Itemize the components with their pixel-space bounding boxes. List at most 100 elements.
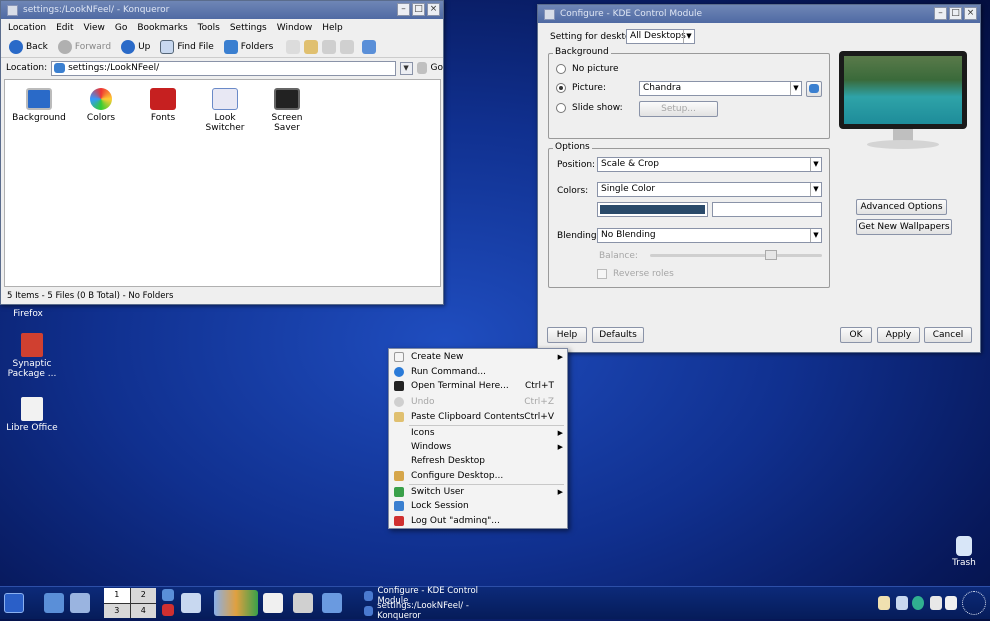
desktop-icon-synaptic[interactable]: Synaptic Package ...	[2, 333, 62, 379]
apply-button[interactable]: Apply	[877, 327, 920, 343]
balance-slider[interactable]	[650, 250, 822, 260]
cancel-button[interactable]: Cancel	[924, 327, 972, 343]
task-konqueror[interactable]: settings:/LookNFeel/ - Konqueror	[364, 601, 504, 621]
ok-button[interactable]: OK	[840, 327, 872, 343]
kde-menu-icon[interactable]	[4, 593, 24, 613]
menu-item-undo[interactable]: Undo Ctrl+Z	[391, 395, 566, 409]
clipboard-tray-icon[interactable]	[878, 596, 890, 610]
mail-client-icon[interactable]	[181, 593, 201, 613]
monitor-icon[interactable]	[322, 593, 342, 613]
menu-tools[interactable]: Tools	[195, 23, 227, 33]
file-fonts[interactable]: Fonts	[135, 88, 191, 123]
copy-icon[interactable]	[286, 39, 301, 54]
defaults-button[interactable]: Defaults	[592, 327, 644, 343]
wrench-icon[interactable]	[293, 593, 313, 613]
minimize-button[interactable]: –	[934, 7, 947, 20]
menu-item-run-command[interactable]: Run Command...	[391, 365, 566, 379]
minimize-button[interactable]: –	[397, 3, 410, 16]
help-button[interactable]: Help	[547, 327, 587, 343]
go-icon[interactable]	[416, 62, 427, 74]
konqueror-app-icon	[7, 4, 18, 16]
forward-button[interactable]: Forward	[55, 39, 114, 54]
menu-item-open-terminal[interactable]: Open Terminal Here... Ctrl+T	[391, 379, 566, 393]
open-picture-button[interactable]	[806, 81, 822, 97]
menu-window[interactable]: Window	[274, 23, 320, 33]
show-desktop-icon[interactable]	[44, 593, 64, 613]
desktop-select[interactable]: All Desktops ▼	[626, 29, 695, 44]
picture-radio[interactable]: Picture:	[556, 83, 606, 93]
kde-tools-icon[interactable]	[70, 593, 90, 613]
blending-select[interactable]: No Blending ▼	[597, 228, 822, 243]
desktop-icon-firefox[interactable]: Firefox	[0, 309, 58, 319]
maximize-button[interactable]: □	[949, 7, 962, 20]
menu-help[interactable]: Help	[319, 23, 350, 33]
update-tray-icon[interactable]	[912, 596, 924, 610]
menu-view[interactable]: View	[81, 23, 112, 33]
menu-item-switch-user[interactable]: Switch User ▶	[391, 485, 566, 499]
menu-bookmarks[interactable]: Bookmarks	[134, 23, 194, 33]
slide-show-radio[interactable]: Slide show:	[556, 103, 623, 113]
setup-button[interactable]: Setup...	[639, 101, 718, 117]
no-picture-radio[interactable]: No picture	[556, 64, 619, 74]
menu-item-lock-session[interactable]: Lock Session	[391, 499, 566, 513]
stop-icon[interactable]	[340, 39, 355, 54]
desktop-icon-libreoffice[interactable]: Libre Office	[2, 397, 62, 433]
paste-icon[interactable]	[304, 39, 319, 54]
back-button[interactable]: Back	[6, 39, 51, 54]
menu-location[interactable]: Location	[5, 23, 53, 33]
colors-select[interactable]: Single Color ▼	[597, 182, 822, 197]
folders-button[interactable]: Folders	[221, 39, 277, 54]
secondary-color-button[interactable]	[712, 202, 822, 217]
menu-go[interactable]: Go	[112, 23, 134, 33]
view-mode-icon[interactable]	[362, 39, 377, 54]
menu-item-icons[interactable]: Icons ▶	[391, 426, 566, 440]
volume-tray-icon[interactable]	[896, 596, 908, 610]
menu-item-paste[interactable]: Paste Clipboard Contents Ctrl+V	[391, 410, 566, 424]
pager-desktop-3[interactable]: 3	[104, 603, 130, 618]
balance-slider-handle[interactable]	[765, 250, 777, 260]
file-colors[interactable]: Colors	[73, 88, 129, 123]
file-label: Screen Saver	[271, 113, 303, 133]
network-tray-icon[interactable]	[930, 596, 942, 610]
menu-settings[interactable]: Settings	[227, 23, 274, 33]
konqueror-titlebar[interactable]: settings:/LookNFeel/ - Konqueror – □ ×	[1, 1, 443, 19]
menu-item-label: Lock Session	[411, 501, 469, 511]
position-select[interactable]: Scale & Crop ▼	[597, 157, 822, 172]
menu-item-log-out[interactable]: Log Out "adminq"...	[391, 514, 566, 528]
close-button[interactable]: ×	[427, 3, 440, 16]
kde-titlebar[interactable]: Configure - KDE Control Module – □ ×	[538, 5, 980, 23]
menu-item-configure-desktop[interactable]: Configure Desktop...	[391, 469, 566, 483]
get-new-wallpapers-button[interactable]: Get New Wallpapers	[856, 219, 952, 235]
up-button[interactable]: Up	[118, 39, 153, 54]
find-file-button[interactable]: Find File	[157, 39, 216, 54]
location-input[interactable]: settings:/LookNFeel/	[51, 60, 396, 76]
reverse-roles-label: Reverse roles	[613, 269, 674, 279]
maximize-button[interactable]: □	[412, 3, 425, 16]
reverse-roles-checkbox[interactable]: Reverse roles	[597, 269, 674, 279]
menu-item-create-new[interactable]: Create New ▶	[391, 350, 566, 364]
file-screen-saver[interactable]: Screen Saver	[259, 88, 315, 133]
battery-tray-icon[interactable]	[945, 596, 957, 610]
file-background[interactable]: Background	[11, 88, 67, 123]
desktop-select-value: All Desktops	[630, 31, 686, 41]
pager-desktop-1[interactable]: 1	[104, 588, 130, 603]
text-editor-icon[interactable]	[263, 593, 283, 613]
picture-select[interactable]: Chandra ▼	[639, 81, 802, 96]
advanced-options-button[interactable]: Advanced Options	[856, 199, 947, 215]
menu-edit[interactable]: Edit	[53, 23, 80, 33]
system-settings-icon[interactable]	[162, 589, 174, 601]
close-button[interactable]: ×	[964, 7, 977, 20]
logout-icon[interactable]	[162, 604, 174, 616]
go-button[interactable]: Go	[431, 63, 443, 73]
trash-icon[interactable]	[322, 39, 337, 54]
location-history-dropdown[interactable]: ▼	[399, 61, 413, 75]
pager-desktop-4[interactable]: 4	[130, 603, 156, 618]
desktop-icon-trash[interactable]: Trash	[934, 536, 990, 568]
menu-item-refresh-desktop[interactable]: Refresh Desktop	[391, 454, 566, 468]
file-look-switcher[interactable]: Look Switcher	[197, 88, 253, 133]
primary-color-button[interactable]	[597, 202, 708, 217]
pager-desktop-2[interactable]: 2	[130, 588, 156, 603]
quicklaunch-icons[interactable]	[214, 590, 258, 616]
clock-icon[interactable]	[962, 591, 986, 615]
menu-item-windows[interactable]: Windows ▶	[391, 440, 566, 454]
